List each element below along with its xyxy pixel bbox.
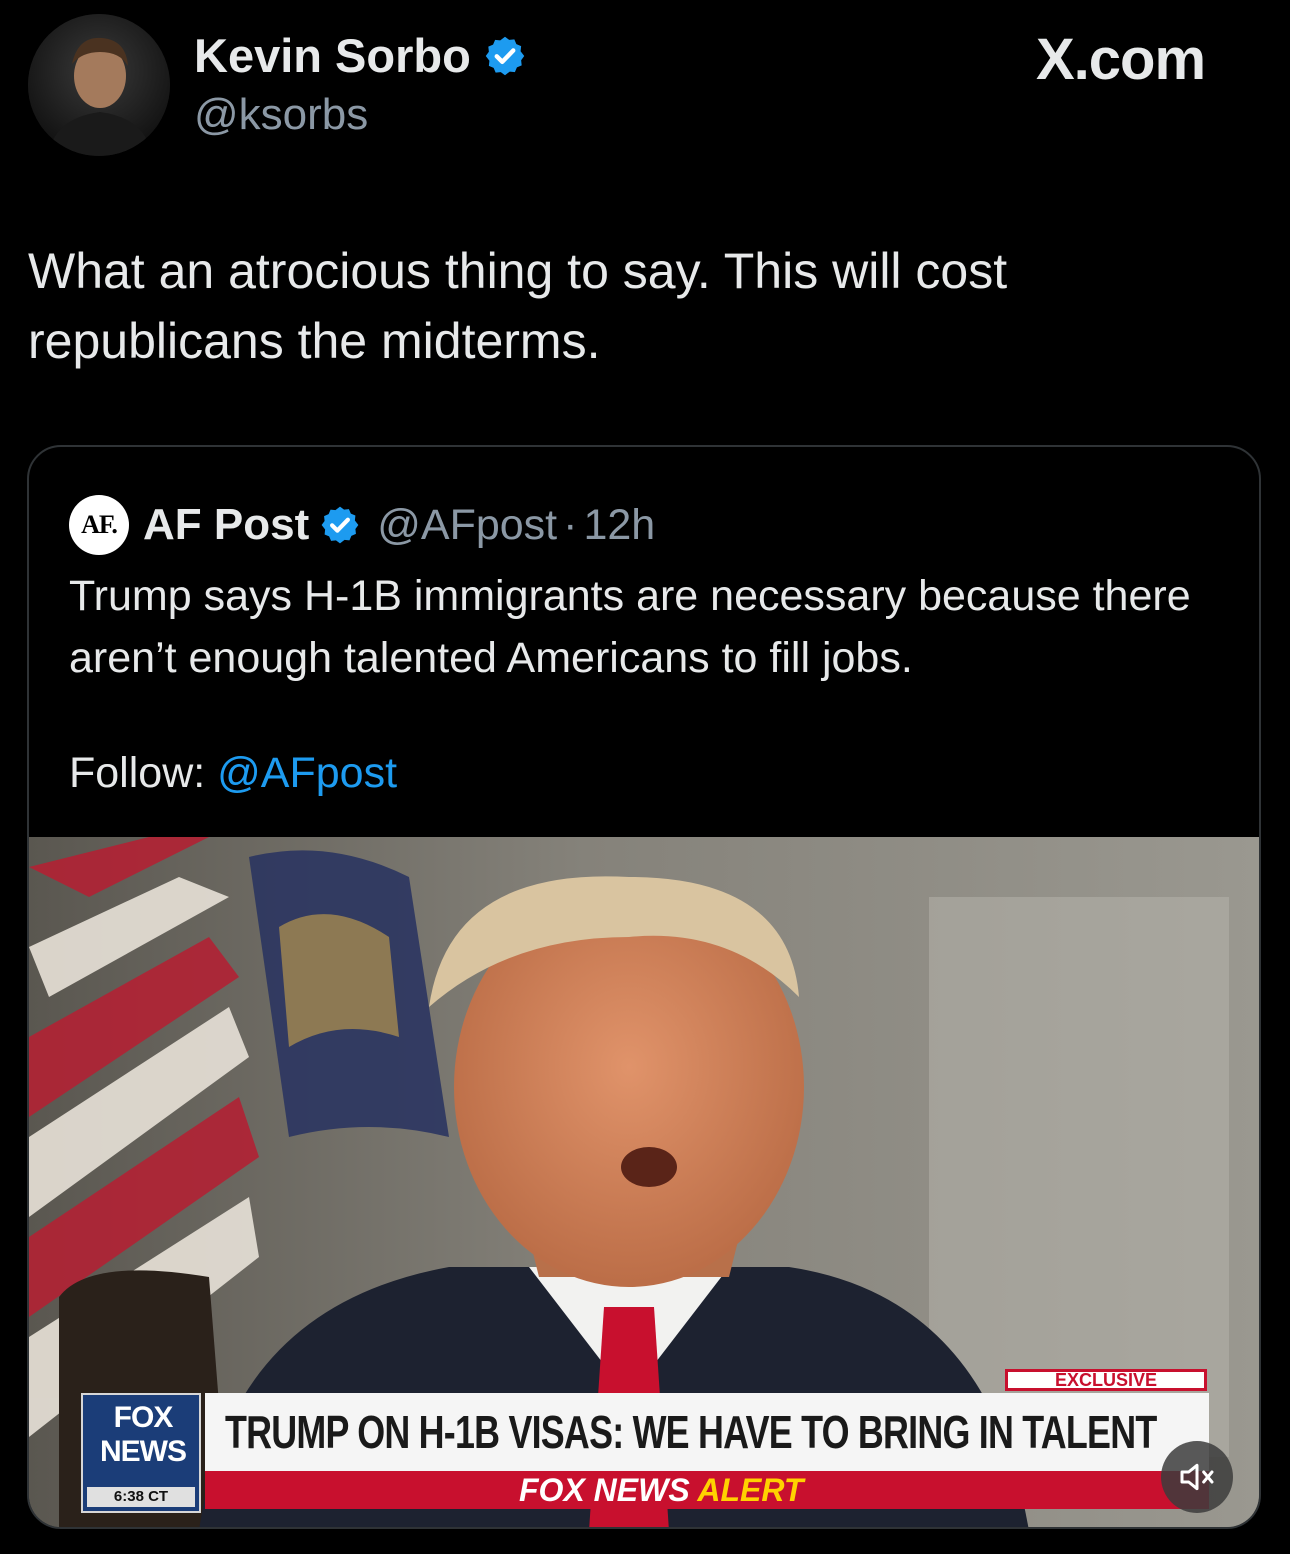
af-post-logo[interactable]: AF.	[69, 495, 129, 555]
fox-logo-bottom: NEWS	[100, 1435, 187, 1468]
mute-button[interactable]	[1161, 1441, 1233, 1513]
x-watermark: X.com	[1036, 27, 1206, 92]
verified-badge-icon	[321, 506, 359, 544]
quoted-tweet-header: AF. AF Post @AFpost · 12h	[69, 495, 655, 555]
speaker-muted-icon	[1180, 1463, 1214, 1491]
quoted-tweet-text: Trump says H-1B immigrants are necessary…	[69, 572, 1191, 682]
quoted-author-handle[interactable]: @AFpost	[377, 501, 557, 550]
quoted-tweet-card[interactable]: AF. AF Post @AFpost · 12h Trump says H-1…	[27, 445, 1261, 1529]
chyron-headline: TRUMP ON H-1B VISAS: WE HAVE TO BRING IN…	[225, 1406, 1157, 1458]
broadcast-clock: 6:38 CT	[87, 1487, 195, 1507]
alert-prefix: FOX NEWS	[519, 1472, 690, 1508]
author-handle[interactable]: @ksorbs	[194, 90, 368, 140]
quoted-author-name[interactable]: AF Post	[143, 500, 309, 550]
video-player[interactable]: FOX NEWS 6:38 CT EXCLUSIVE TRUMP ON H-1B…	[29, 837, 1259, 1527]
tweet-text: What an atrocious thing to say. This wil…	[28, 243, 1008, 369]
fox-news-logo: FOX NEWS 6:38 CT	[81, 1393, 201, 1513]
fox-logo-top: FOX	[113, 1401, 174, 1434]
fox-news-alert: FOX NEWS ALERT	[519, 1471, 803, 1509]
follow-mention-link[interactable]: @AFpost	[217, 749, 397, 797]
quoted-timestamp[interactable]: 12h	[583, 501, 655, 550]
separator-dot: ·	[563, 500, 578, 549]
follow-line: Follow: @AFpost	[69, 749, 397, 798]
verified-badge-icon	[485, 36, 525, 75]
avatar-portrait	[28, 14, 170, 156]
alert-suffix: ALERT	[697, 1472, 804, 1508]
exclusive-tag: EXCLUSIVE	[1005, 1369, 1207, 1391]
author-name-row[interactable]: Kevin Sorbo	[194, 28, 527, 83]
author-avatar[interactable]	[28, 14, 170, 156]
follow-label: Follow:	[69, 749, 206, 797]
author-name[interactable]: Kevin Sorbo	[194, 28, 471, 83]
